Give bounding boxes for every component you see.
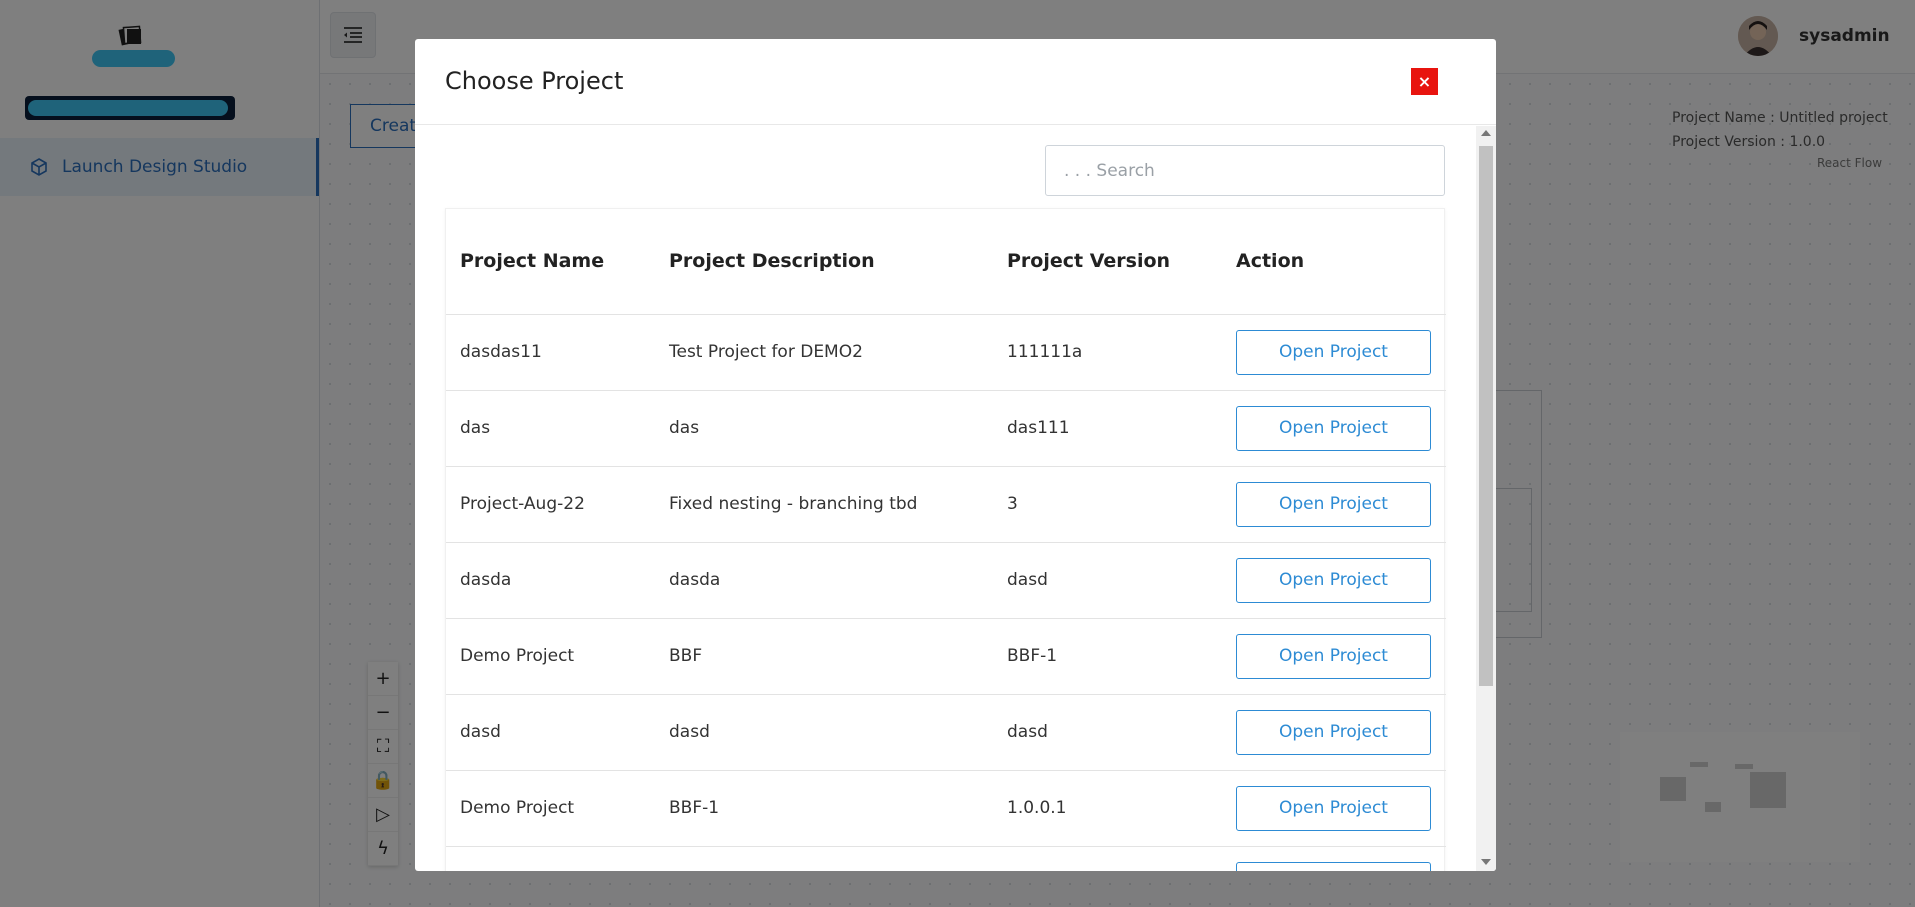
project-name-cell: dasdas11 xyxy=(446,314,655,391)
column-header-project-version: Project Version xyxy=(993,209,1222,315)
table-row: das das das111 Open Project xyxy=(446,390,1446,467)
table-row: dasd dasd dasd Open Project xyxy=(446,694,1446,771)
close-icon[interactable]: × xyxy=(1411,68,1438,95)
action-cell: Open Project xyxy=(1222,466,1446,543)
project-version-cell xyxy=(993,846,1222,871)
table-row: dasdas11 Test Project for DEMO2 111111a … xyxy=(446,314,1446,391)
project-name-cell: Demo Project xyxy=(446,618,655,695)
open-project-button[interactable]: Open Project xyxy=(1236,557,1431,603)
modal-scrollbar[interactable] xyxy=(1476,126,1496,871)
project-name-cell: dasda xyxy=(446,542,655,619)
project-version-cell: 111111a xyxy=(993,314,1222,391)
action-cell: Open Project xyxy=(1222,314,1446,391)
project-name-cell xyxy=(446,846,655,871)
project-name-cell: das xyxy=(446,390,655,467)
table-header-row: Project Name Project Description Project… xyxy=(446,209,1446,315)
project-version-cell: 1.0.0.1 xyxy=(993,770,1222,847)
modal-title: Choose Project xyxy=(445,67,624,95)
column-header-action: Action xyxy=(1222,209,1446,315)
table-row: Demo Project BBF-1 1.0.0.1 Open Project xyxy=(446,770,1446,847)
search-input[interactable] xyxy=(1045,145,1445,196)
action-cell: Open Project xyxy=(1222,542,1446,619)
open-project-button[interactable]: Open Project xyxy=(1236,633,1431,679)
column-header-project-name: Project Name xyxy=(446,209,655,315)
project-version-cell: dasd xyxy=(993,694,1222,771)
open-project-button[interactable]: Open Project xyxy=(1236,329,1431,375)
table-row: Project-Aug-22 Fixed nesting - branching… xyxy=(446,466,1446,543)
action-cell: Open Project xyxy=(1222,390,1446,467)
open-project-button[interactable]: Open Project xyxy=(1236,481,1431,527)
action-cell: Open Project xyxy=(1222,846,1446,871)
table-row: Open Project xyxy=(446,846,1446,871)
open-project-button[interactable]: Open Project xyxy=(1236,785,1431,831)
project-description-cell: dasd xyxy=(655,694,993,771)
open-project-button[interactable]: Open Project xyxy=(1236,709,1431,755)
project-version-cell: das111 xyxy=(993,390,1222,467)
project-version-cell: 3 xyxy=(993,466,1222,543)
project-description-cell: Fixed nesting - branching tbd xyxy=(655,466,993,543)
modal-body: Project Name Project Description Project… xyxy=(415,126,1496,871)
scroll-thumb[interactable] xyxy=(1479,146,1493,686)
action-cell: Open Project xyxy=(1222,770,1446,847)
table-row: dasda dasda dasd Open Project xyxy=(446,542,1446,619)
project-description-cell xyxy=(655,846,993,871)
project-description-cell: dasda xyxy=(655,542,993,619)
choose-project-modal: Choose Project × Project Name Project De… xyxy=(415,39,1496,871)
projects-table: Project Name Project Description Project… xyxy=(445,208,1446,871)
column-header-project-description: Project Description xyxy=(655,209,993,315)
action-cell: Open Project xyxy=(1222,618,1446,695)
scroll-up-arrow-icon[interactable] xyxy=(1481,130,1491,136)
project-description-cell: BBF-1 xyxy=(655,770,993,847)
project-description-cell: das xyxy=(655,390,993,467)
open-project-button[interactable]: Open Project xyxy=(1236,861,1431,871)
project-name-cell: Project-Aug-22 xyxy=(446,466,655,543)
scroll-down-arrow-icon[interactable] xyxy=(1481,859,1491,865)
action-cell: Open Project xyxy=(1222,694,1446,771)
project-name-cell: Demo Project xyxy=(446,770,655,847)
project-description-cell: BBF xyxy=(655,618,993,695)
project-name-cell: dasd xyxy=(446,694,655,771)
project-version-cell: BBF-1 xyxy=(993,618,1222,695)
open-project-button[interactable]: Open Project xyxy=(1236,405,1431,451)
project-description-cell: Test Project for DEMO2 xyxy=(655,314,993,391)
project-version-cell: dasd xyxy=(993,542,1222,619)
table-row: Demo Project BBF BBF-1 Open Project xyxy=(446,618,1446,695)
modal-header: Choose Project × xyxy=(415,39,1496,125)
